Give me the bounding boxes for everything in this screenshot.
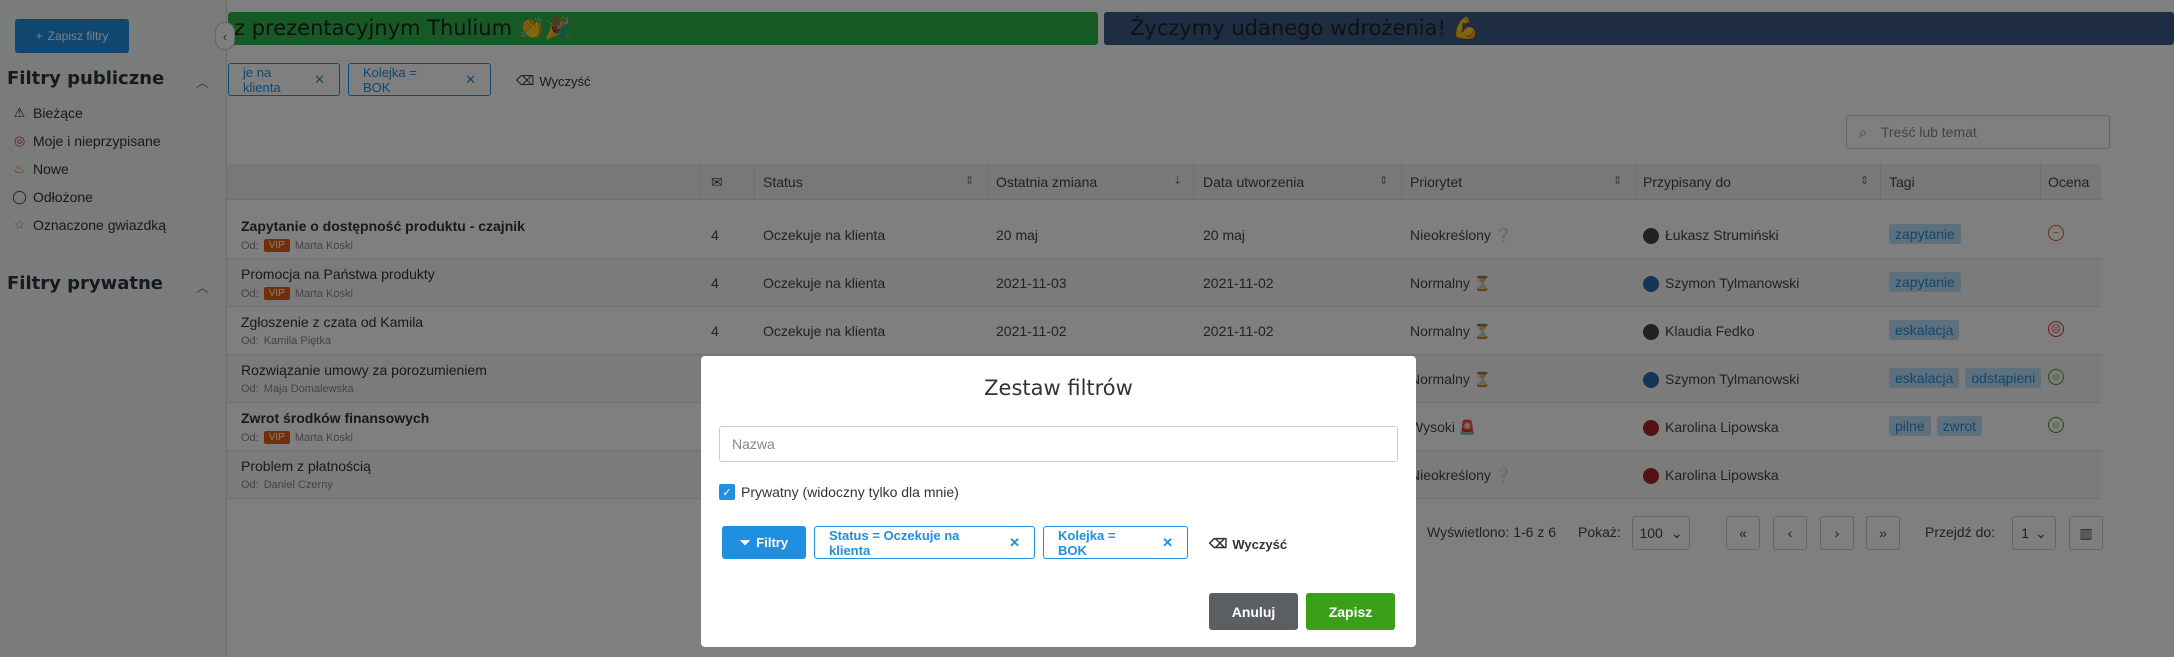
close-icon[interactable]: ✕ <box>1009 535 1020 551</box>
filter-name-input[interactable] <box>719 426 1398 462</box>
modal-filter-chip-queue[interactable]: Kolejka = BOK ✕ <box>1043 526 1188 559</box>
check-icon[interactable]: ✓ <box>719 484 735 500</box>
modal-clear-button[interactable]: ⌫ Wyczyść <box>1209 536 1287 552</box>
close-icon[interactable]: ✕ <box>1162 535 1173 551</box>
modal-filter-chip-status[interactable]: Status = Oczekuje na klienta ✕ <box>814 526 1035 559</box>
private-checkbox[interactable]: ✓ Prywatny (widoczny tylko dla mnie) <box>719 484 959 500</box>
modal-title: Zestaw filtrów <box>984 376 1133 400</box>
filter-icon: ⏷ <box>739 534 751 550</box>
save-button[interactable]: Zapisz <box>1306 593 1395 630</box>
filter-set-modal: Zestaw filtrów ✓ Prywatny (widoczny tylko… <box>701 356 1416 647</box>
eraser-icon: ⌫ <box>1209 536 1228 551</box>
cancel-button[interactable]: Anuluj <box>1209 593 1298 630</box>
private-label: Prywatny (widoczny tylko dla mnie) <box>741 484 959 500</box>
filters-button[interactable]: ⏷ Filtry <box>722 526 806 559</box>
